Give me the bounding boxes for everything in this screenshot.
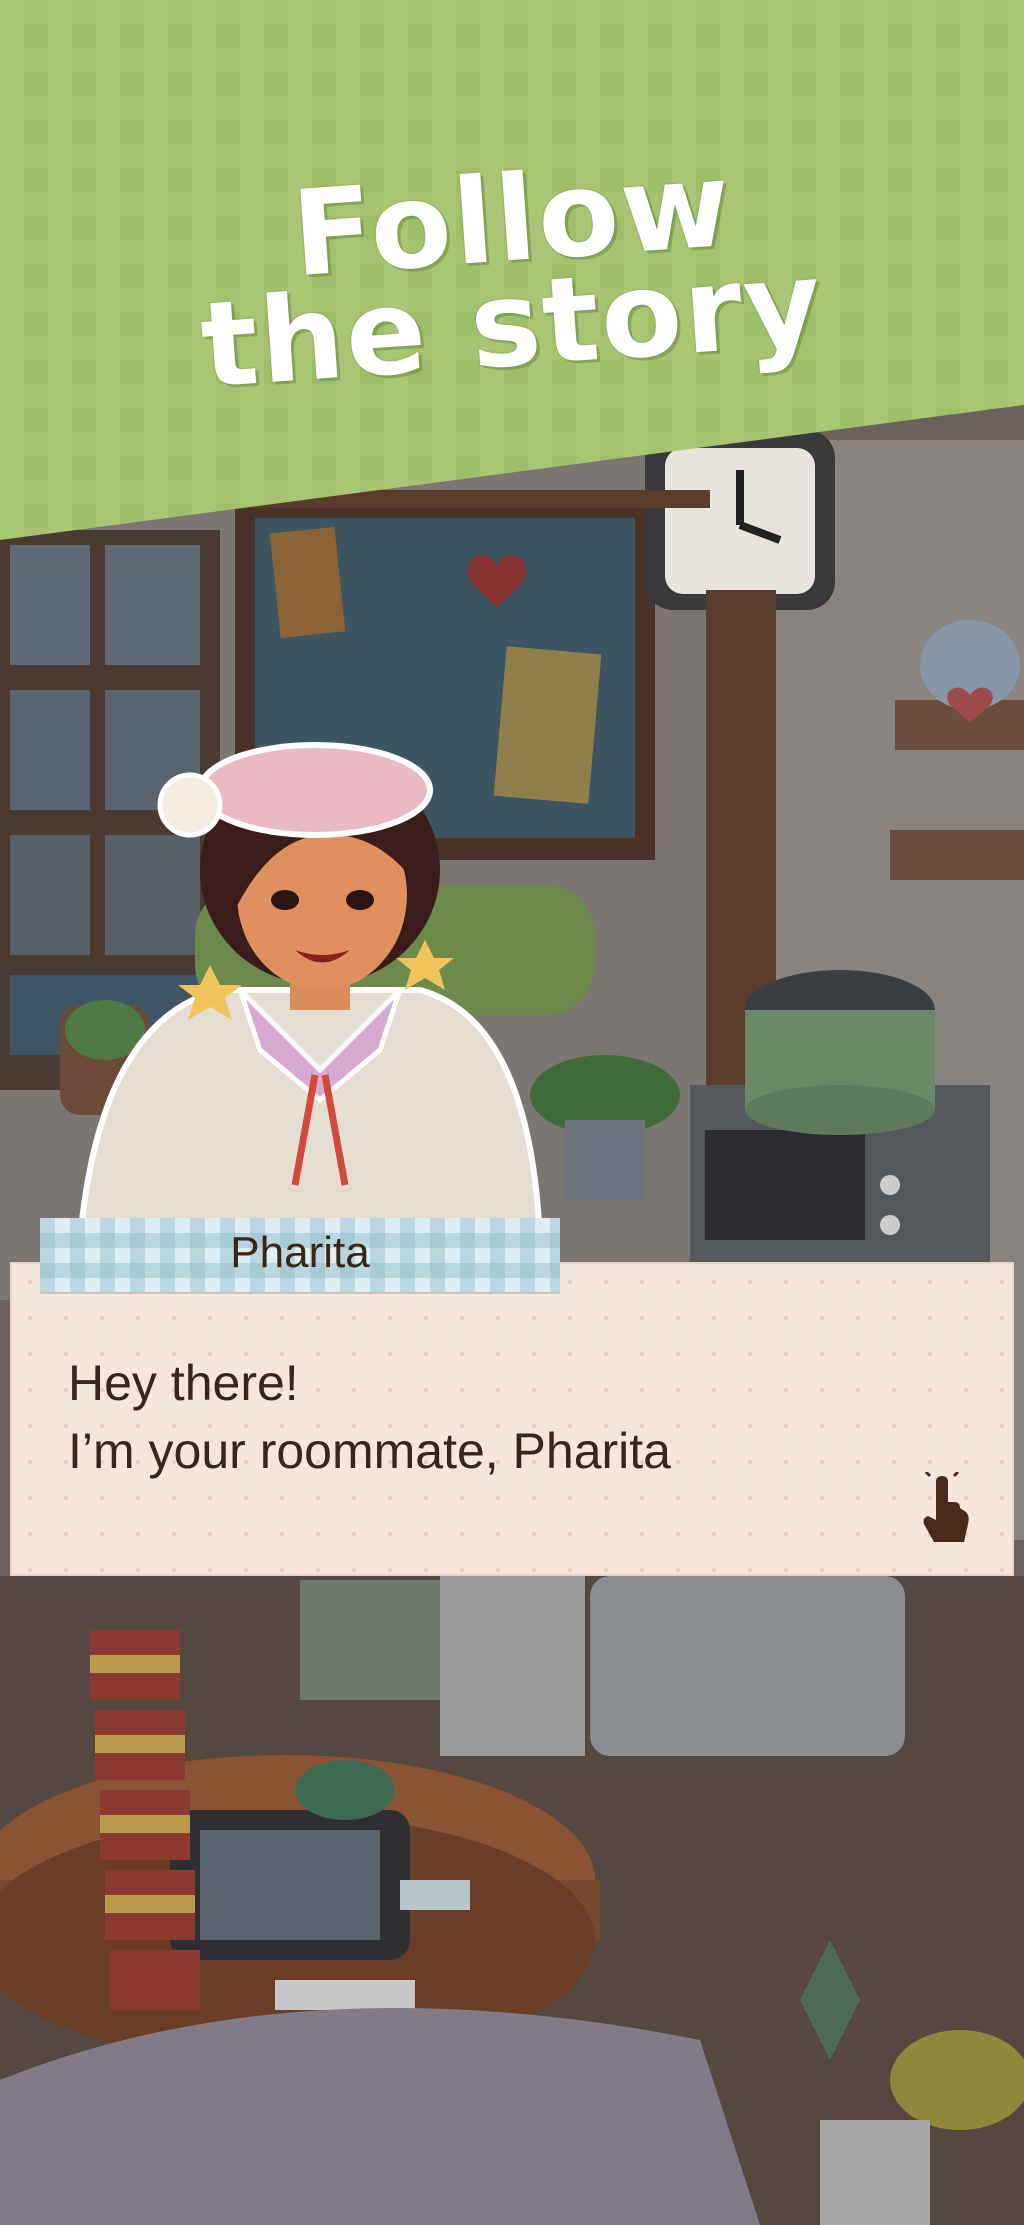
dialog-line-1: Hey there! — [68, 1355, 299, 1411]
character-portrait — [76, 742, 544, 1240]
dialog-box[interactable]: Hey there! I’m your roommate, Pharita — [10, 1262, 1014, 1576]
dialog-line-2: I’m your roommate, Pharita — [68, 1423, 671, 1479]
speaker-name: Pharita — [230, 1228, 370, 1277]
speaker-nametag: Pharita — [40, 1218, 560, 1292]
tap-hand-icon[interactable] — [916, 1472, 972, 1546]
